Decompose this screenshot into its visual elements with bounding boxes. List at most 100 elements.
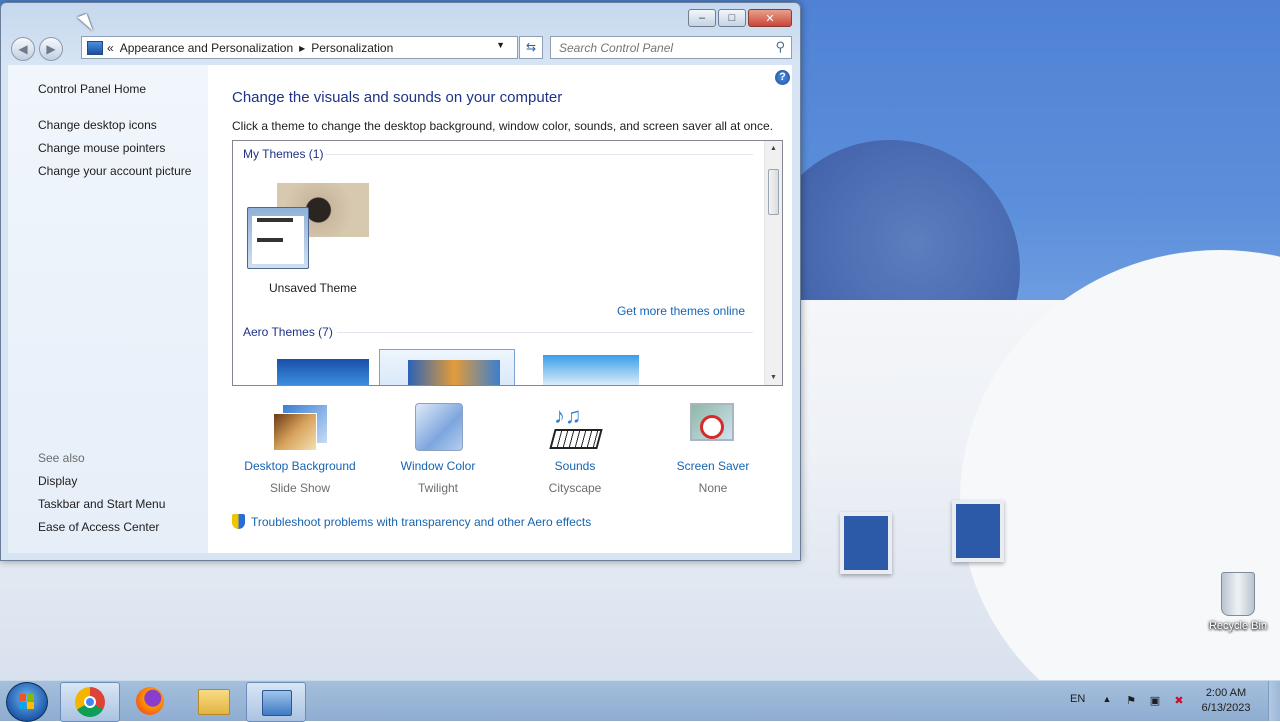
troubleshoot-aero-link[interactable]: Troubleshoot problems with transparency … bbox=[232, 514, 591, 529]
close-button[interactable]: ✕ bbox=[748, 9, 792, 27]
desktop-background-value: Slide Show bbox=[269, 481, 331, 495]
address-dropdown-icon[interactable]: ▼ bbox=[496, 40, 505, 50]
search-input[interactable] bbox=[557, 37, 761, 58]
aero-theme-windows-thumbnail[interactable] bbox=[277, 359, 369, 385]
address-bar[interactable]: « Appearance and Personalization ▸ Perso… bbox=[81, 36, 518, 59]
forward-arrow-icon: ▶ bbox=[46, 42, 56, 56]
show-hidden-icons-icon[interactable]: ▲ bbox=[1100, 694, 1114, 708]
shield-icon bbox=[232, 514, 245, 529]
troubleshoot-label[interactable]: Troubleshoot problems with transparency … bbox=[251, 515, 591, 529]
window-color-icon bbox=[409, 403, 467, 453]
breadcrumb-personalization[interactable]: Personalization bbox=[311, 41, 393, 55]
breadcrumb-prefix[interactable]: « bbox=[107, 41, 114, 55]
refresh-icon: ⇆ bbox=[525, 40, 537, 54]
taskbar-start-menu-link[interactable]: Taskbar and Start Menu bbox=[38, 497, 165, 511]
minimize-icon: – bbox=[698, 12, 706, 24]
desktop-background-icon bbox=[271, 403, 329, 453]
forward-button[interactable]: ▶ bbox=[39, 37, 63, 61]
breadcrumb-appearance[interactable]: Appearance and Personalization bbox=[120, 41, 293, 55]
group-divider bbox=[325, 154, 753, 155]
back-arrow-icon: ◀ bbox=[18, 42, 28, 56]
change-mouse-pointers-link[interactable]: Change mouse pointers bbox=[38, 141, 165, 155]
screen-saver-icon bbox=[684, 403, 742, 453]
window-color-value: Twilight bbox=[417, 481, 458, 495]
start-button[interactable] bbox=[6, 682, 48, 722]
volume-muted-icon[interactable]: ✖ bbox=[1172, 694, 1186, 708]
desktop-background-label[interactable]: Desktop Background bbox=[235, 459, 365, 473]
scroll-thumb[interactable] bbox=[768, 169, 779, 215]
search-icon[interactable]: ⚲ bbox=[775, 39, 785, 55]
theme-window-preview bbox=[247, 207, 309, 269]
back-button[interactable]: ◀ bbox=[11, 37, 35, 61]
refresh-button[interactable]: ⇆ bbox=[519, 36, 543, 59]
sounds-label[interactable]: Sounds bbox=[510, 459, 640, 473]
theme-name: Unsaved Theme bbox=[269, 281, 357, 295]
network-icon[interactable]: ▣ bbox=[1148, 694, 1162, 708]
main-pane: ? Change the visuals and sounds on your … bbox=[232, 65, 792, 553]
aero-themes-header[interactable]: Aero Themes (7) bbox=[243, 325, 333, 339]
minimize-button[interactable]: – bbox=[688, 9, 716, 27]
maximize-icon: □ bbox=[728, 12, 736, 24]
breadcrumb-separator-icon[interactable]: ▸ bbox=[299, 41, 305, 55]
search-box: ⚲ bbox=[550, 36, 792, 59]
sounds-option[interactable]: ♪♫ Sounds Cityscape bbox=[510, 401, 640, 495]
change-desktop-icons-link[interactable]: Change desktop icons bbox=[38, 118, 157, 132]
page-title: Change the visuals and sounds on your co… bbox=[232, 89, 563, 106]
my-themes-header[interactable]: My Themes (1) bbox=[243, 147, 323, 161]
desktop-background-option[interactable]: Desktop Background Slide Show bbox=[235, 401, 365, 495]
windows-logo-icon bbox=[19, 694, 35, 710]
screen-saver-option[interactable]: Screen Saver None bbox=[648, 401, 778, 495]
system-clock[interactable]: 2:00 AM 6/13/2023 bbox=[1196, 686, 1256, 716]
firefox-icon bbox=[136, 687, 164, 715]
maximize-button[interactable]: □ bbox=[718, 9, 746, 27]
clock-date: 6/13/2023 bbox=[1201, 702, 1251, 714]
taskbar-firefox[interactable] bbox=[122, 682, 180, 720]
left-pane: Control Panel Home Change desktop icons … bbox=[8, 65, 208, 553]
aero-theme-selected-frame[interactable] bbox=[379, 349, 515, 385]
window-color-option[interactable]: Window Color Twilight bbox=[373, 401, 503, 495]
show-desktop-button[interactable] bbox=[1268, 681, 1280, 721]
unsaved-theme-tile[interactable]: Unsaved Theme bbox=[247, 183, 377, 303]
wallpaper-window bbox=[952, 500, 1004, 562]
language-indicator[interactable]: EN bbox=[1070, 693, 1085, 705]
theme-window-bar bbox=[257, 218, 293, 222]
themes-scrollbar[interactable]: ▲ ▼ bbox=[764, 141, 782, 385]
chrome-icon bbox=[75, 687, 105, 717]
aero-theme-architecture-thumbnail bbox=[408, 360, 500, 385]
taskbar: EN ▲ ⚑ ▣ ✖ 2:00 AM 6/13/2023 bbox=[0, 680, 1280, 722]
control-panel-home-link[interactable]: Control Panel Home bbox=[38, 82, 146, 96]
theme-window-bar bbox=[257, 238, 283, 242]
group-divider bbox=[337, 332, 753, 333]
screen-saver-value: None bbox=[698, 481, 728, 495]
control-panel-icon bbox=[87, 40, 103, 55]
recycle-bin-icon bbox=[1221, 572, 1255, 616]
get-more-themes-link[interactable]: Get more themes online bbox=[617, 304, 745, 318]
clock-time: 2:00 AM bbox=[1205, 687, 1247, 699]
taskbar-file-explorer[interactable] bbox=[184, 682, 242, 720]
display-link[interactable]: Display bbox=[38, 474, 77, 488]
aero-theme-characters-thumbnail[interactable] bbox=[543, 355, 639, 385]
wallpaper-window bbox=[840, 512, 892, 574]
screen-saver-label[interactable]: Screen Saver bbox=[648, 459, 778, 473]
see-also-label: See also bbox=[38, 451, 85, 465]
scroll-down-icon[interactable]: ▼ bbox=[765, 374, 782, 381]
navigation-bar: ◀ ▶ « Appearance and Personalization ▸ P… bbox=[9, 35, 792, 61]
sounds-icon: ♪♫ bbox=[546, 403, 604, 453]
window-color-label[interactable]: Window Color bbox=[373, 459, 503, 473]
content-area: Control Panel Home Change desktop icons … bbox=[8, 65, 792, 553]
change-account-picture-link[interactable]: Change your account picture bbox=[38, 164, 191, 178]
recycle-bin-shortcut[interactable]: Recycle Bin bbox=[1206, 572, 1270, 632]
taskbar-chrome[interactable] bbox=[60, 682, 120, 722]
page-subtitle: Click a theme to change the desktop back… bbox=[232, 119, 773, 133]
help-icon[interactable]: ? bbox=[775, 70, 790, 85]
close-icon: ✕ bbox=[765, 12, 775, 25]
scroll-up-icon[interactable]: ▲ bbox=[765, 145, 782, 152]
ease-of-access-link[interactable]: Ease of Access Center bbox=[38, 520, 159, 534]
themes-list[interactable]: My Themes (1) Unsaved Theme Get more the… bbox=[232, 140, 783, 386]
recycle-bin-label: Recycle Bin bbox=[1208, 620, 1268, 632]
theme-options: Desktop Background Slide Show Window Col… bbox=[232, 401, 792, 501]
taskbar-control-panel[interactable] bbox=[246, 682, 306, 722]
action-center-flag-icon[interactable]: ⚑ bbox=[1124, 694, 1138, 708]
control-panel-icon bbox=[262, 690, 292, 716]
file-explorer-icon bbox=[198, 689, 230, 715]
